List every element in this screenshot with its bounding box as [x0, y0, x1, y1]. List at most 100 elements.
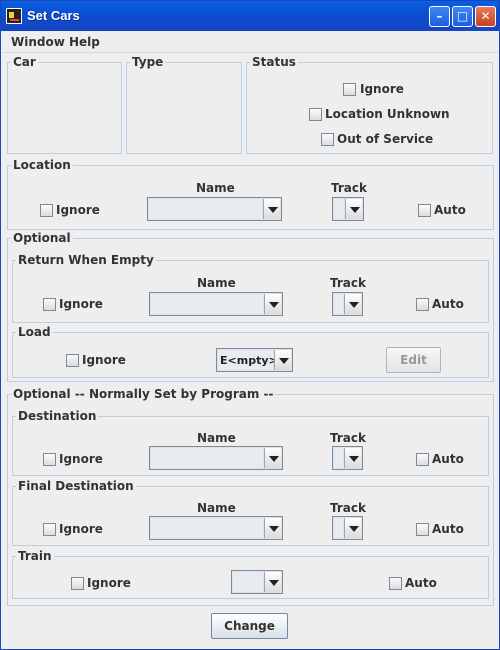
destination-ignore-label: Ignore — [59, 452, 103, 466]
final-destination-track-label: Track — [330, 501, 366, 515]
train-auto-label: Auto — [405, 576, 437, 590]
rwe-ignore-checkbox[interactable] — [43, 298, 56, 311]
location-track-select[interactable] — [332, 197, 364, 221]
load-panel: Load Ignore E<mpty> Edit — [12, 325, 489, 378]
train-panel: Train Ignore Auto — [12, 549, 489, 599]
load-select[interactable]: E<mpty> — [216, 348, 293, 372]
chevron-down-icon[interactable] — [345, 199, 362, 219]
location-name-select[interactable] — [147, 197, 282, 221]
rwe-track-select[interactable] — [332, 292, 363, 316]
final-destination-name-label: Name — [197, 501, 236, 515]
destination-auto-label: Auto — [432, 452, 464, 466]
status-panel-title: Status — [250, 55, 298, 69]
change-button[interactable]: Change — [211, 613, 288, 639]
destination-ignore-checkbox[interactable] — [43, 453, 56, 466]
chevron-down-icon[interactable] — [264, 294, 281, 314]
final-destination-auto-checkbox[interactable] — [416, 523, 429, 536]
rwe-name-label: Name — [197, 276, 236, 290]
final-destination-name-value — [151, 518, 263, 538]
destination-name-value — [151, 448, 263, 468]
rwe-name-select[interactable] — [149, 292, 283, 316]
final-destination-track-value — [334, 518, 343, 538]
status-panel: Status Ignore Location Unknown Out of Se… — [246, 55, 493, 154]
return-when-empty-title: Return When Empty — [16, 253, 156, 267]
final-destination-name-select[interactable] — [149, 516, 283, 540]
destination-auto-checkbox[interactable] — [416, 453, 429, 466]
minimize-icon[interactable]: – — [429, 6, 450, 27]
final-destination-title: Final Destination — [16, 479, 136, 493]
train-select[interactable] — [231, 570, 283, 594]
chevron-down-icon[interactable] — [264, 572, 281, 592]
chevron-down-icon[interactable] — [344, 448, 361, 468]
window-title: Set Cars — [27, 8, 80, 23]
destination-title: Destination — [16, 409, 99, 423]
load-ignore-label: Ignore — [82, 353, 126, 367]
program-panel: Optional -- Normally Set by Program -- D… — [7, 387, 494, 606]
rwe-auto-label: Auto — [432, 297, 464, 311]
car-panel-title: Car — [11, 55, 38, 69]
rwe-ignore-label: Ignore — [59, 297, 103, 311]
location-unknown-label: Location Unknown — [325, 107, 450, 121]
menu-window[interactable]: Window — [11, 35, 65, 49]
final-destination-panel: Final Destination Name Track Ignore Auto — [12, 479, 489, 546]
location-panel: Location Name Track Ignore Auto — [7, 158, 494, 230]
location-panel-title: Location — [11, 158, 73, 172]
chevron-down-icon[interactable] — [263, 199, 280, 219]
destination-name-select[interactable] — [149, 446, 283, 470]
final-destination-ignore-label: Ignore — [59, 522, 103, 536]
chevron-down-icon[interactable] — [274, 350, 291, 370]
chevron-down-icon[interactable] — [264, 448, 281, 468]
location-name-value — [149, 199, 262, 219]
type-panel: Type — [126, 55, 242, 154]
location-auto-label: Auto — [434, 203, 466, 217]
destination-name-label: Name — [197, 431, 236, 445]
train-panel-title: Train — [16, 549, 54, 563]
rwe-auto-checkbox[interactable] — [416, 298, 429, 311]
optional-panel: Optional Return When Empty Name Track Ig… — [7, 231, 494, 382]
rwe-track-value — [334, 294, 343, 314]
status-ignore-label: Ignore — [360, 82, 404, 96]
destination-track-select[interactable] — [332, 446, 363, 470]
return-when-empty-panel: Return When Empty Name Track Ignore Auto — [12, 253, 489, 323]
close-icon[interactable]: ✕ — [475, 6, 496, 27]
status-ignore-checkbox[interactable] — [343, 83, 356, 96]
train-value — [233, 572, 263, 592]
optional-panel-title: Optional — [11, 231, 73, 245]
menu-bar: Window Help — [2, 31, 499, 53]
rwe-track-label: Track — [330, 276, 366, 290]
menu-help[interactable]: Help — [69, 35, 100, 49]
destination-track-value — [334, 448, 343, 468]
out-of-service-label: Out of Service — [337, 132, 434, 146]
load-value: E<mpty> — [218, 350, 278, 370]
out-of-service-checkbox[interactable] — [321, 133, 334, 146]
location-auto-checkbox[interactable] — [418, 204, 431, 217]
location-ignore-label: Ignore — [56, 203, 100, 217]
location-track-label: Track — [331, 181, 367, 195]
train-ignore-label: Ignore — [87, 576, 131, 590]
location-track-value — [334, 199, 344, 219]
final-destination-ignore-checkbox[interactable] — [43, 523, 56, 536]
chevron-down-icon[interactable] — [344, 294, 361, 314]
program-panel-title: Optional -- Normally Set by Program -- — [11, 387, 276, 401]
chevron-down-icon[interactable] — [264, 518, 281, 538]
destination-track-label: Track — [330, 431, 366, 445]
maximize-icon[interactable]: □ — [452, 6, 473, 27]
set-cars-window: Set Cars – □ ✕ Window Help Car Type Stat… — [0, 0, 500, 650]
final-destination-track-select[interactable] — [332, 516, 363, 540]
load-panel-title: Load — [16, 325, 53, 339]
title-bar[interactable]: Set Cars – □ ✕ — [1, 1, 499, 31]
type-panel-title: Type — [130, 55, 166, 69]
train-auto-checkbox[interactable] — [389, 577, 402, 590]
location-unknown-checkbox[interactable] — [309, 108, 322, 121]
train-ignore-checkbox[interactable] — [71, 577, 84, 590]
final-destination-auto-label: Auto — [432, 522, 464, 536]
rwe-name-value — [151, 294, 263, 314]
location-name-label: Name — [196, 181, 235, 195]
load-ignore-checkbox[interactable] — [66, 354, 79, 367]
chevron-down-icon[interactable] — [344, 518, 361, 538]
app-icon — [6, 8, 22, 24]
location-ignore-checkbox[interactable] — [40, 204, 53, 217]
edit-load-button[interactable]: Edit — [386, 347, 441, 373]
car-panel: Car — [7, 55, 122, 154]
destination-panel: Destination Name Track Ignore Auto — [12, 409, 489, 476]
